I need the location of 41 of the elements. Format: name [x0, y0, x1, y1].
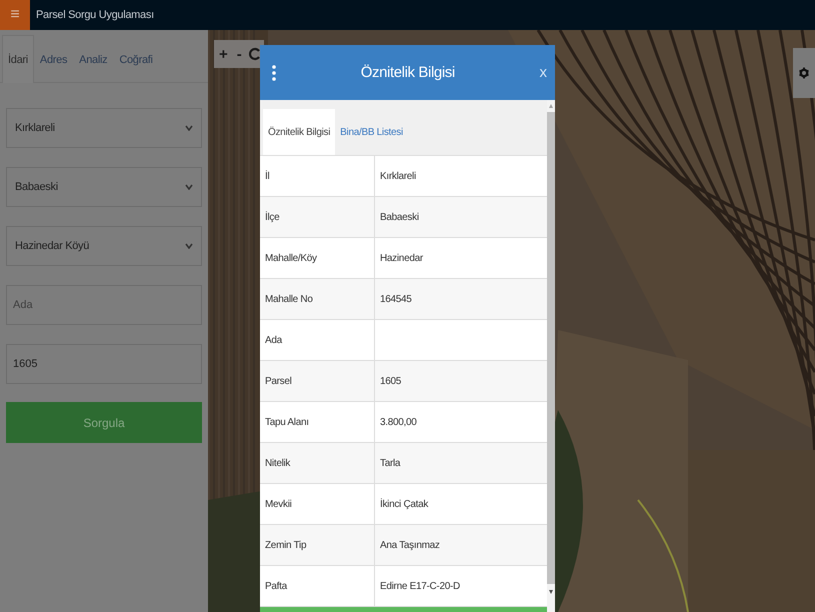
sidebar-tab[interactable]: İdari: [2, 35, 34, 83]
menu-button[interactable]: ≡: [0, 0, 30, 30]
select-field[interactable]: Babaeski: [6, 167, 202, 207]
table-cell: Parsel: [260, 361, 375, 401]
table-cell-text: 164545: [379, 292, 413, 306]
close-button[interactable]: x: [540, 64, 547, 81]
dialog-title: Öznitelik Bilgisi: [360, 64, 455, 81]
dialog-tab[interactable]: Öznitelik Bilgisi: [263, 109, 336, 155]
table-cell: Mahalle No: [260, 279, 375, 319]
table-cell-text: 3.800,00: [379, 416, 418, 430]
zoom-button[interactable]: -: [234, 46, 244, 62]
table-cell: Mevkii: [260, 484, 375, 524]
select-value: Kırklareli: [15, 122, 55, 134]
app-title: Parsel Sorgu Uygulaması: [36, 9, 154, 21]
table-cell: İl: [260, 156, 375, 196]
select-value: Babaeski: [15, 181, 58, 193]
table-cell: İlçe: [260, 197, 375, 237]
table-cell-text: Hazinedar: [379, 252, 424, 266]
table-cell-text: Tarla: [379, 456, 402, 470]
table-cell-text: İkinci Çatak: [379, 497, 430, 512]
table-cell: Mahalle/Köy: [260, 238, 375, 278]
table-cell: Tapu Alanı: [260, 402, 375, 442]
table-cell: Pafta: [260, 566, 375, 606]
dialog-tab[interactable]: Bina/BB Listesi: [335, 109, 408, 155]
select-field[interactable]: Hazinedar Köyü: [6, 226, 202, 266]
table-cell: Ada: [260, 320, 375, 360]
table-cell-text: 1605: [379, 374, 402, 388]
table-cell-text: Ana Taşınmaz: [379, 538, 441, 552]
query-button[interactable]: Sorgula: [6, 402, 202, 443]
table-cell-text: Babaeski: [379, 210, 420, 224]
table-cell-text: Edirne E17-C-20-D: [379, 580, 461, 594]
sidebar-tab[interactable]: Analiz: [73, 35, 114, 83]
table-cell-text: Kırklareli: [379, 170, 417, 184]
sidebar-tab[interactable]: Adres: [34, 35, 74, 83]
select-field[interactable]: Kırklareli: [6, 108, 202, 148]
sidebar-tab[interactable]: Coğrafi: [113, 35, 159, 83]
input-field[interactable]: Ada: [6, 285, 202, 325]
zoom-button[interactable]: +: [217, 46, 230, 62]
table-cell: Zemin Tip: [260, 525, 375, 565]
input-field[interactable]: 1605: [6, 344, 202, 384]
table-cell: Nitelik: [260, 443, 375, 483]
